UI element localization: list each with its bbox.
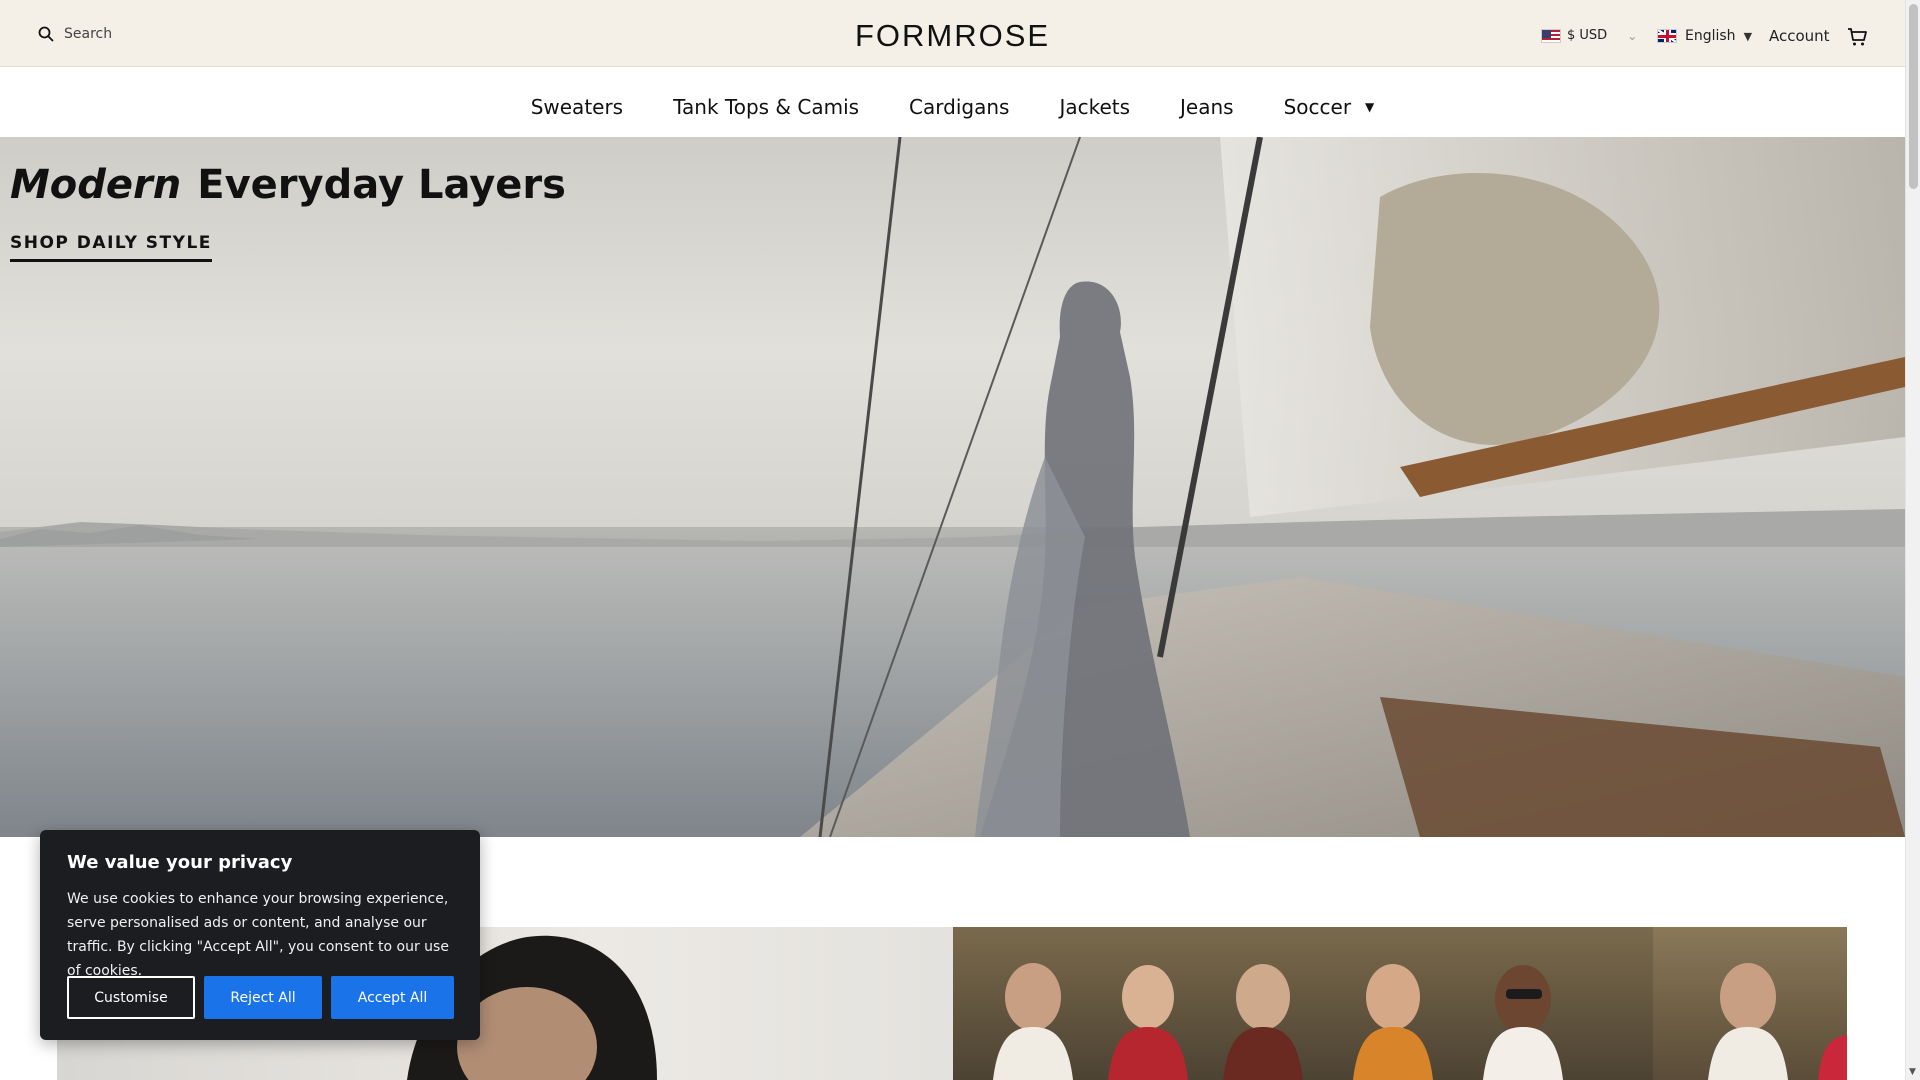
hero-image xyxy=(0,137,1905,837)
caret-down-icon: ▼ xyxy=(1743,29,1753,43)
portrait-image-2 xyxy=(1708,963,1847,1080)
caret-down-icon: ▼ xyxy=(1365,99,1375,114)
scrollbar-thumb[interactable] xyxy=(1909,4,1918,189)
chevron-down-icon: ⌄ xyxy=(1627,28,1638,43)
us-flag-icon xyxy=(1541,28,1561,43)
nav-item-jackets[interactable]: Jackets xyxy=(1059,95,1130,119)
hero-banner[interactable]: Modern Everyday Layers SHOP DAILY STYLE xyxy=(0,137,1905,837)
shop-daily-style-link[interactable]: SHOP DAILY STYLE xyxy=(10,233,212,262)
scroll-down-arrow-icon[interactable]: ▼ xyxy=(1909,1067,1916,1077)
nav-item-jeans[interactable]: Jeans xyxy=(1180,95,1234,119)
reject-all-button[interactable]: Reject All xyxy=(204,976,322,1019)
collection-tile-portrait-2[interactable] xyxy=(1653,927,1847,1080)
search-input[interactable]: Search xyxy=(64,26,112,42)
top-utility-bar: Search FORMROSE $ USD ⌄ English ▼ Accoun… xyxy=(0,0,1905,67)
accept-all-button[interactable]: Accept All xyxy=(331,976,454,1019)
nav-item-label: Soccer xyxy=(1283,94,1352,119)
uk-flag-icon xyxy=(1657,29,1677,43)
currency-label: $ USD xyxy=(1567,28,1608,43)
currency-selector[interactable]: $ USD ⌄ xyxy=(1541,28,1637,43)
nav-item-cardigans[interactable]: Cardigans xyxy=(909,95,1009,119)
customise-button[interactable]: Customise xyxy=(67,976,195,1019)
search-box[interactable]: Search xyxy=(38,26,112,42)
brand-logo[interactable]: FORMROSE xyxy=(855,18,1050,53)
group-image xyxy=(993,963,1563,1080)
nav-item-soccer[interactable]: Soccer ▼ xyxy=(1284,95,1375,119)
collection-tile-group[interactable] xyxy=(953,927,1653,1080)
page-scrollbar[interactable]: ▼ xyxy=(1905,0,1920,1080)
hero-title-rest: Everyday Layers xyxy=(197,162,566,208)
nav-item-label: Jackets xyxy=(1059,94,1131,119)
nav-item-label: Cardigans xyxy=(909,94,1010,119)
cookie-consent-banner: We value your privacy We use cookies to … xyxy=(40,830,480,1040)
main-nav: Sweaters Tank Tops & Camis Cardigans Jac… xyxy=(0,76,1905,137)
nav-item-sweaters[interactable]: Sweaters xyxy=(531,95,623,119)
hero-title: Modern Everyday Layers xyxy=(10,162,566,208)
nav-item-label: Tank Tops & Camis xyxy=(673,94,860,119)
hero-title-emphasis: Modern xyxy=(10,162,182,208)
cookie-title: We value your privacy xyxy=(67,852,293,873)
cookie-body-text: We use cookies to enhance your browsing … xyxy=(67,891,449,979)
search-icon xyxy=(38,26,54,42)
nav-item-label: Sweaters xyxy=(530,94,624,119)
nav-item-tank-tops-camis[interactable]: Tank Tops & Camis xyxy=(673,95,859,119)
account-link[interactable]: Account xyxy=(1769,27,1830,45)
language-label: English xyxy=(1685,28,1736,44)
cookie-actions: Customise Reject All Accept All xyxy=(67,976,454,1019)
cart-icon[interactable] xyxy=(1846,26,1868,48)
nav-item-label: Jeans xyxy=(1180,94,1234,119)
language-selector[interactable]: English ▼ xyxy=(1657,28,1752,44)
